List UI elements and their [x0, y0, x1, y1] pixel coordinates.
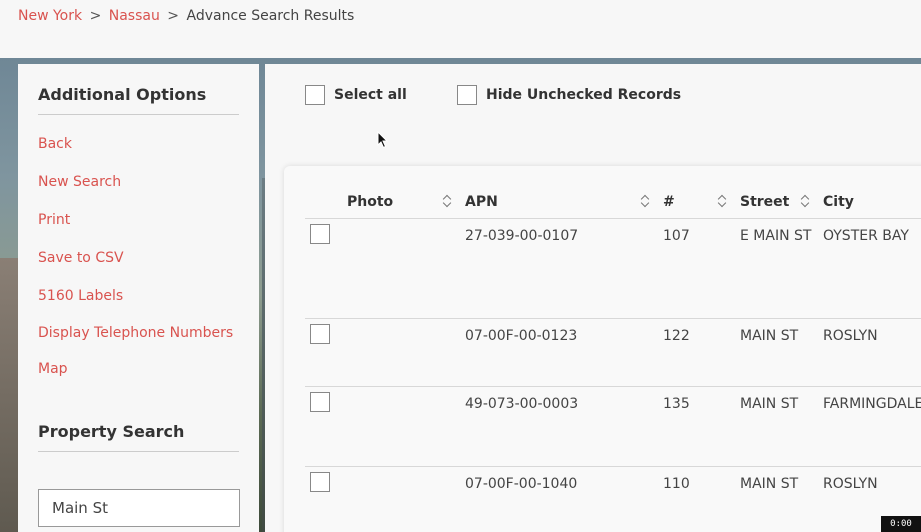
cell-street: E MAIN ST [740, 228, 812, 244]
row-checkbox[interactable] [310, 472, 330, 492]
row-divider [305, 318, 921, 319]
cell-apn[interactable]: 49-073-00-0003 [465, 396, 578, 412]
top-bar: New York > Nassau > Advance Search Resul… [0, 0, 921, 60]
row-checkbox[interactable] [310, 324, 330, 344]
select-all-checkbox[interactable] [305, 85, 325, 105]
breadcrumb-county[interactable]: Nassau [109, 8, 160, 24]
cell-city: FARMINGDALE [823, 396, 921, 412]
breadcrumb: New York > Nassau > Advance Search Resul… [18, 8, 354, 24]
sidebar: Additional Options Back New Search Print… [18, 64, 259, 532]
cell-apn[interactable]: 27-039-00-0107 [465, 228, 578, 244]
background-building [0, 258, 18, 532]
hide-unchecked-label: Hide Unchecked Records [486, 87, 682, 103]
sort-icon[interactable] [718, 194, 726, 208]
row-checkbox[interactable] [310, 392, 330, 412]
labels-5160-link[interactable]: 5160 Labels [38, 277, 239, 315]
mouse-cursor-icon [377, 131, 389, 149]
property-search-input[interactable]: Main St [38, 489, 240, 527]
sort-icon[interactable] [801, 194, 809, 208]
property-search-title: Property Search [38, 401, 239, 452]
breadcrumb-current: Advance Search Results [186, 8, 355, 24]
cell-street: MAIN ST [740, 476, 799, 492]
cell-city: ROSLYN [823, 476, 878, 492]
recording-timer: 0:00 [881, 516, 921, 532]
cell-street: MAIN ST [740, 396, 799, 412]
column-number[interactable]: # [663, 194, 675, 210]
header-divider [305, 218, 921, 219]
cell-apn[interactable]: 07-00F-00-1040 [465, 476, 577, 492]
sort-icon[interactable] [641, 194, 649, 208]
column-city[interactable]: City [823, 194, 854, 210]
back-link[interactable]: Back [38, 125, 239, 163]
display-telephone-link[interactable]: Display Telephone Numbers [38, 315, 239, 351]
select-all-option[interactable]: Select all [305, 85, 407, 105]
sort-icon[interactable] [443, 194, 451, 208]
additional-options-title: Additional Options [38, 64, 239, 115]
select-all-label: Select all [334, 87, 407, 103]
print-link[interactable]: Print [38, 201, 239, 239]
breadcrumb-separator: > [167, 8, 180, 24]
cell-number: 122 [663, 328, 690, 344]
options-list: Back New Search Print Save to CSV 5160 L… [38, 125, 239, 387]
row-divider [305, 386, 921, 387]
cell-apn[interactable]: 07-00F-00-0123 [465, 328, 577, 344]
breadcrumb-separator: > [89, 8, 102, 24]
row-checkbox[interactable] [310, 224, 330, 244]
map-link[interactable]: Map [38, 351, 239, 387]
hide-unchecked-option[interactable]: Hide Unchecked Records [457, 85, 681, 105]
save-to-csv-link[interactable]: Save to CSV [38, 239, 239, 277]
breadcrumb-state[interactable]: New York [18, 8, 82, 24]
cell-city: OYSTER BAY [823, 228, 909, 244]
column-apn[interactable]: APN [465, 194, 498, 210]
cell-city: ROSLYN [823, 328, 878, 344]
new-search-link[interactable]: New Search [38, 163, 239, 201]
cell-number: 107 [663, 228, 690, 244]
row-divider [305, 466, 921, 467]
column-photo[interactable]: Photo [347, 194, 393, 210]
cell-street: MAIN ST [740, 328, 799, 344]
hide-unchecked-checkbox[interactable] [457, 85, 477, 105]
cell-number: 110 [663, 476, 690, 492]
cell-number: 135 [663, 396, 690, 412]
column-street[interactable]: Street [740, 194, 789, 210]
